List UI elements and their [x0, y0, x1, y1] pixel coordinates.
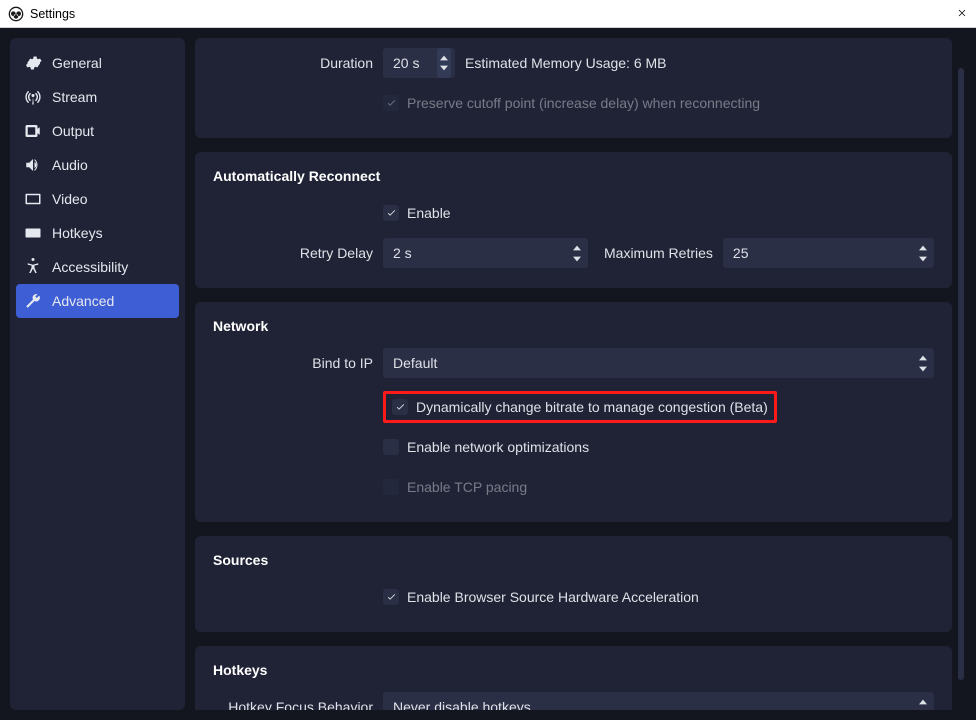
- checkbox-label: Enable: [407, 205, 451, 221]
- panel-delay: Duration 20 s Estimated Memory Usage: 6 …: [195, 38, 952, 138]
- duration-value: 20 s: [393, 55, 419, 71]
- audio-icon: [24, 156, 42, 174]
- dynamic-bitrate-checkbox[interactable]: Dynamically change bitrate to manage con…: [392, 399, 768, 415]
- tcp-pacing-checkbox[interactable]: Enable TCP pacing: [383, 479, 527, 495]
- bind-ip-value: Default: [393, 355, 437, 371]
- bind-ip-select[interactable]: Default: [383, 348, 934, 378]
- main: Duration 20 s Estimated Memory Usage: 6 …: [195, 38, 966, 710]
- antenna-icon: [24, 88, 42, 106]
- panel-hotkeys: Hotkeys Hotkey Focus Behavior Never disa…: [195, 646, 952, 710]
- obs-icon: [8, 6, 24, 22]
- retry-delay-value: 2 s: [393, 245, 412, 261]
- checkbox-label: Preserve cutoff point (increase delay) w…: [407, 95, 760, 111]
- video-icon: [24, 190, 42, 208]
- network-optimizations-checkbox[interactable]: Enable network optimizations: [383, 439, 589, 455]
- sidebar-item-label: Hotkeys: [52, 225, 103, 241]
- sidebar-item-hotkeys[interactable]: Hotkeys: [10, 216, 185, 250]
- sidebar-item-label: General: [52, 55, 102, 71]
- sidebar-item-label: Output: [52, 123, 94, 139]
- close-icon[interactable]: [956, 6, 968, 22]
- sidebar-item-general[interactable]: General: [10, 46, 185, 80]
- chevron-down-icon[interactable]: [916, 707, 930, 710]
- sidebar-item-video[interactable]: Video: [10, 182, 185, 216]
- chevron-up-icon[interactable]: [916, 696, 930, 707]
- gear-icon: [24, 54, 42, 72]
- checkbox-label: Enable network optimizations: [407, 439, 589, 455]
- sidebar-item-output[interactable]: Output: [10, 114, 185, 148]
- hotkey-focus-value: Never disable hotkeys: [393, 699, 531, 710]
- retry-delay-stepper[interactable]: 2 s: [383, 238, 588, 268]
- panel-sources: Sources Enable Browser Source Hardware A…: [195, 536, 952, 632]
- chevron-down-icon[interactable]: [916, 363, 930, 374]
- checkbox-label: Enable TCP pacing: [407, 479, 527, 495]
- sidebar-item-label: Audio: [52, 157, 88, 173]
- duration-stepper[interactable]: 20 s: [383, 48, 455, 78]
- max-retries-label: Maximum Retries: [604, 245, 713, 261]
- sidebar-item-audio[interactable]: Audio: [10, 148, 185, 182]
- dynamic-bitrate-highlight: Dynamically change bitrate to manage con…: [383, 391, 777, 423]
- reconnect-enable-checkbox[interactable]: Enable: [383, 205, 451, 221]
- max-retries-value: 25: [733, 245, 749, 261]
- sidebar-item-advanced[interactable]: Advanced: [16, 284, 179, 318]
- hotkey-focus-label: Hotkey Focus Behavior: [213, 699, 383, 710]
- retry-delay-label: Retry Delay: [213, 245, 383, 261]
- sidebar-item-label: Advanced: [52, 293, 114, 309]
- hotkey-focus-select[interactable]: Never disable hotkeys: [383, 692, 934, 710]
- sidebar-item-label: Stream: [52, 89, 97, 105]
- chevron-up-icon[interactable]: [570, 242, 584, 253]
- browser-hw-accel-checkbox[interactable]: Enable Browser Source Hardware Accelerat…: [383, 589, 699, 605]
- chevron-down-icon[interactable]: [437, 63, 451, 73]
- checkbox-label: Enable Browser Source Hardware Accelerat…: [407, 589, 699, 605]
- output-icon: [24, 122, 42, 140]
- bind-ip-label: Bind to IP: [213, 355, 383, 371]
- sidebar-item-stream[interactable]: Stream: [10, 80, 185, 114]
- panel-network: Network Bind to IP Default: [195, 302, 952, 522]
- sidebar: General Stream Output Audio Video Hotkey…: [10, 38, 185, 710]
- wrench-icon: [24, 292, 42, 310]
- sidebar-item-label: Video: [52, 191, 88, 207]
- checkbox-label: Dynamically change bitrate to manage con…: [416, 399, 768, 415]
- window-title: Settings: [30, 7, 75, 21]
- sidebar-item-label: Accessibility: [52, 259, 128, 275]
- window-titlebar: Settings: [0, 0, 976, 28]
- keyboard-icon: [24, 224, 42, 242]
- memory-usage-text: Estimated Memory Usage: 6 MB: [465, 55, 667, 71]
- chevron-down-icon[interactable]: [916, 253, 930, 264]
- max-retries-stepper[interactable]: 25: [723, 238, 934, 268]
- hotkeys-title: Hotkeys: [213, 662, 934, 678]
- chevron-down-icon[interactable]: [570, 253, 584, 264]
- duration-label: Duration: [213, 55, 383, 71]
- chevron-up-icon[interactable]: [916, 352, 930, 363]
- sources-title: Sources: [213, 552, 934, 568]
- scrollbar[interactable]: [958, 68, 964, 680]
- network-title: Network: [213, 318, 934, 334]
- panel-reconnect: Automatically Reconnect Enable Retry Del…: [195, 152, 952, 288]
- preserve-cutoff-checkbox[interactable]: Preserve cutoff point (increase delay) w…: [383, 95, 760, 111]
- chevron-up-icon[interactable]: [916, 242, 930, 253]
- reconnect-title: Automatically Reconnect: [213, 168, 934, 184]
- chevron-up-icon[interactable]: [437, 53, 451, 63]
- accessibility-icon: [24, 258, 42, 276]
- sidebar-item-accessibility[interactable]: Accessibility: [10, 250, 185, 284]
